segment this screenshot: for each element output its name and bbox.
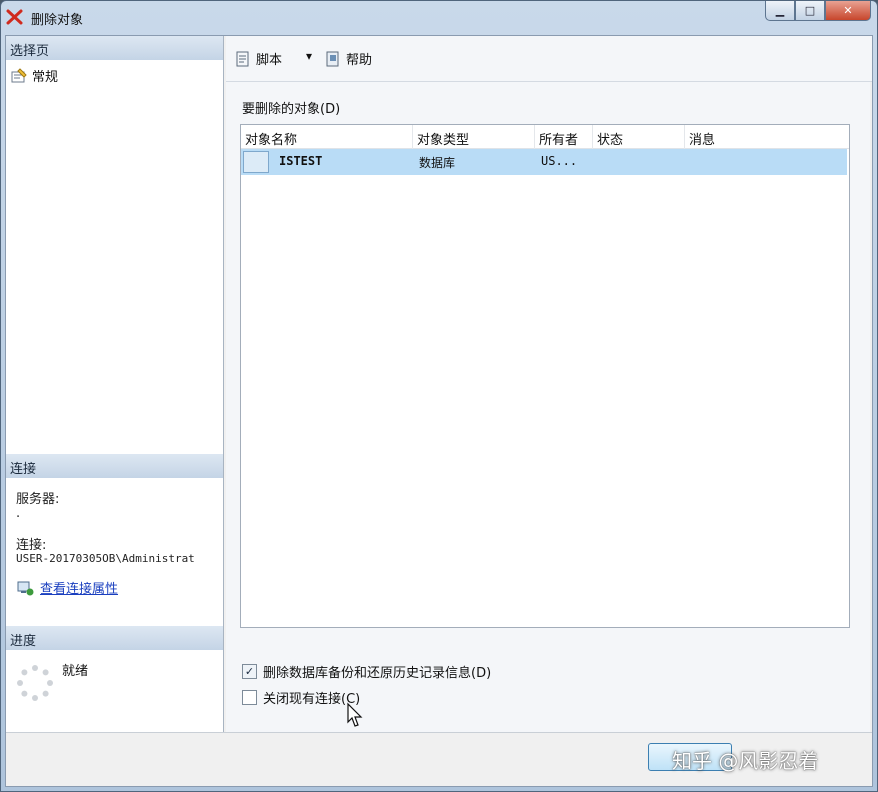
nav-item-general[interactable]: 常规 xyxy=(10,66,58,85)
left-pane: 选择页 常规 连接 服务器: . 连接: USER-20170305OB\Adm… xyxy=(6,36,224,732)
cell-name: ISTEST xyxy=(279,154,323,168)
window-controls: ▁ □ ✕ xyxy=(765,1,871,21)
column-header-type[interactable]: 对象类型 xyxy=(413,125,535,149)
cell-type: 数据库 xyxy=(419,156,456,170)
cell-message xyxy=(687,149,847,175)
dialog-footer: 知乎 @风影忍着 xyxy=(6,732,872,786)
minimize-button[interactable]: ▁ xyxy=(765,1,795,21)
objects-grid[interactable]: 对象名称 对象类型 所有者 状态 消息 ISTEST 数据库 US... xyxy=(240,124,850,628)
objects-to-delete-label: 要删除的对象(D) xyxy=(242,102,341,117)
close-connections-option[interactable]: 关闭现有连接(C) xyxy=(242,688,360,707)
server-label: 服务器: xyxy=(16,492,60,507)
column-header-name[interactable]: 对象名称 xyxy=(241,125,413,149)
connection-properties-icon xyxy=(17,581,34,595)
delete-history-option[interactable]: ✓ 删除数据库备份和还原历史记录信息(D) xyxy=(242,662,491,681)
script-dropdown-arrow[interactable]: ▾ xyxy=(306,49,312,63)
connection-label: 连接: xyxy=(16,538,47,553)
select-page-header: 选择页 xyxy=(6,36,223,60)
window-title: 删除对象 xyxy=(31,13,84,28)
watermark-text: 知乎 @风影忍着 xyxy=(672,749,819,773)
close-button[interactable]: ✕ xyxy=(825,1,871,21)
script-label: 脚本 xyxy=(256,53,283,68)
column-header-message[interactable]: 消息 xyxy=(685,125,849,149)
help-button[interactable]: 帮助 xyxy=(324,49,372,68)
column-header-owner[interactable]: 所有者 xyxy=(535,125,593,149)
view-connection-properties-label: 查看连接属性 xyxy=(40,582,119,597)
connection-header: 连接 xyxy=(6,454,223,478)
script-button[interactable]: 脚本 xyxy=(234,49,282,68)
row-selector[interactable] xyxy=(243,151,269,173)
toolbar: 脚本 ▾ 帮助 xyxy=(226,36,872,82)
cell-owner: US... xyxy=(541,154,578,168)
nav-item-label: 常规 xyxy=(32,70,59,85)
view-connection-properties-link[interactable]: 查看连接属性 xyxy=(16,578,118,597)
server-value: . xyxy=(16,506,21,521)
grid-header: 对象名称 对象类型 所有者 状态 消息 xyxy=(241,125,849,149)
connection-value: USER-20170305OB\Administrat xyxy=(16,552,195,565)
general-page-icon xyxy=(11,67,27,82)
delete-object-dialog: 删除对象 ▁ □ ✕ 选择页 常规 连接 服务器: . 连接: USER-201… xyxy=(0,0,878,792)
cell-status xyxy=(595,149,685,175)
column-header-status[interactable]: 状态 xyxy=(593,125,685,149)
progress-status: 就绪 xyxy=(62,664,89,679)
title-bar[interactable]: 删除对象 ▁ □ ✕ xyxy=(1,1,877,35)
maximize-button[interactable]: □ xyxy=(795,1,825,21)
close-connections-checkbox[interactable] xyxy=(242,690,257,705)
mouse-cursor-icon xyxy=(347,702,363,727)
script-icon xyxy=(236,51,249,66)
dialog-client-area: 选择页 常规 连接 服务器: . 连接: USER-20170305OB\Adm… xyxy=(5,35,873,787)
progress-spinner-icon xyxy=(17,665,53,701)
help-icon xyxy=(326,51,339,66)
table-row[interactable]: ISTEST 数据库 US... xyxy=(241,149,847,175)
content-panel: 要删除的对象(D) 对象名称 对象类型 所有者 状态 消息 ISTEST 数据库… xyxy=(226,82,870,732)
help-label: 帮助 xyxy=(346,53,373,68)
delete-history-label: 删除数据库备份和还原历史记录信息(D) xyxy=(263,666,492,681)
delete-history-checkbox[interactable]: ✓ xyxy=(242,664,257,679)
progress-header: 进度 xyxy=(6,626,223,650)
delete-x-icon xyxy=(6,9,23,25)
